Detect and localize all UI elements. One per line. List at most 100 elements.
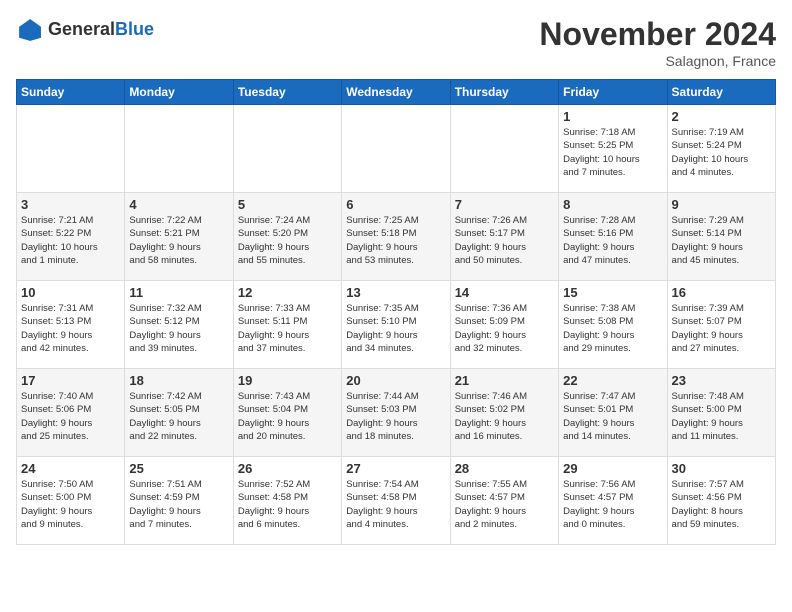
calendar-week-row: 1 Sunrise: 7:18 AM Sunset: 5:25 PM Daylig… bbox=[17, 105, 776, 193]
day-number: 11 bbox=[129, 285, 228, 300]
day-number: 5 bbox=[238, 197, 337, 212]
day-number: 27 bbox=[346, 461, 445, 476]
calendar-day-cell: 25Sunrise: 7:51 AM Sunset: 4:59 PM Dayli… bbox=[125, 457, 233, 545]
day-info: Sunrise: 7:22 AM Sunset: 5:21 PM Dayligh… bbox=[129, 214, 228, 267]
calendar-day-cell: 20Sunrise: 7:44 AM Sunset: 5:03 PM Dayli… bbox=[342, 369, 450, 457]
day-info: Sunrise: 7:57 AM Sunset: 4:56 PM Dayligh… bbox=[672, 478, 771, 531]
day-number: 21 bbox=[455, 373, 554, 388]
calendar-day-cell: 17 Sunrise: 7:40 AM Sunset: 5:06 PM Dayli… bbox=[17, 369, 125, 457]
day-number: 24 bbox=[21, 461, 120, 476]
calendar-day-cell: 12 Sunrise: 7:33 AM Sunset: 5:11 PM Dayli… bbox=[233, 281, 341, 369]
calendar-day-cell: 18 Sunrise: 7:42 AM Sunset: 5:05 PM Dayli… bbox=[125, 369, 233, 457]
day-number: 13 bbox=[346, 285, 445, 300]
calendar-day-cell: 22 Sunrise: 7:47 AM Sunset: 5:01 PM Dayli… bbox=[559, 369, 667, 457]
calendar-header: SundayMondayTuesdayWednesdayThursdayFrid… bbox=[17, 80, 776, 105]
month-title: November 2024 bbox=[539, 16, 776, 53]
weekday-header: Friday bbox=[559, 80, 667, 105]
day-info: Sunrise: 7:24 AM Sunset: 5:20 PM Dayligh… bbox=[238, 214, 337, 267]
day-number: 22 bbox=[563, 373, 662, 388]
day-number: 6 bbox=[346, 197, 445, 212]
calendar-day-cell: 4 Sunrise: 7:22 AM Sunset: 5:21 PM Daylig… bbox=[125, 193, 233, 281]
weekday-header: Sunday bbox=[17, 80, 125, 105]
day-info: Sunrise: 7:40 AM Sunset: 5:06 PM Dayligh… bbox=[21, 390, 120, 443]
day-number: 9 bbox=[672, 197, 771, 212]
logo-icon bbox=[16, 16, 44, 44]
day-number: 2 bbox=[672, 109, 771, 124]
calendar-day-cell: 27Sunrise: 7:54 AM Sunset: 4:58 PM Dayli… bbox=[342, 457, 450, 545]
day-number: 10 bbox=[21, 285, 120, 300]
weekday-header: Wednesday bbox=[342, 80, 450, 105]
day-info: Sunrise: 7:19 AM Sunset: 5:24 PM Dayligh… bbox=[672, 126, 771, 179]
calendar-day-cell: 9 Sunrise: 7:29 AM Sunset: 5:14 PM Daylig… bbox=[667, 193, 775, 281]
day-info: Sunrise: 7:18 AM Sunset: 5:25 PM Dayligh… bbox=[563, 126, 662, 179]
day-info: Sunrise: 7:43 AM Sunset: 5:04 PM Dayligh… bbox=[238, 390, 337, 443]
day-info: Sunrise: 7:48 AM Sunset: 5:00 PM Dayligh… bbox=[672, 390, 771, 443]
day-info: Sunrise: 7:35 AM Sunset: 5:10 PM Dayligh… bbox=[346, 302, 445, 355]
day-info: Sunrise: 7:42 AM Sunset: 5:05 PM Dayligh… bbox=[129, 390, 228, 443]
title-block: November 2024 Salagnon, France bbox=[539, 16, 776, 69]
calendar-day-cell: 2 Sunrise: 7:19 AM Sunset: 5:24 PM Daylig… bbox=[667, 105, 775, 193]
calendar-day-cell: 8 Sunrise: 7:28 AM Sunset: 5:16 PM Daylig… bbox=[559, 193, 667, 281]
calendar-day-cell: 23 Sunrise: 7:48 AM Sunset: 5:00 PM Dayli… bbox=[667, 369, 775, 457]
day-number: 12 bbox=[238, 285, 337, 300]
calendar-day-cell: 10Sunrise: 7:31 AM Sunset: 5:13 PM Dayli… bbox=[17, 281, 125, 369]
calendar-day-cell: 16Sunrise: 7:39 AM Sunset: 5:07 PM Dayli… bbox=[667, 281, 775, 369]
day-number: 16 bbox=[672, 285, 771, 300]
day-info: Sunrise: 7:36 AM Sunset: 5:09 PM Dayligh… bbox=[455, 302, 554, 355]
day-number: 8 bbox=[563, 197, 662, 212]
day-number: 17 bbox=[21, 373, 120, 388]
calendar-day-cell bbox=[17, 105, 125, 193]
logo-text: GeneralBlue bbox=[48, 20, 154, 40]
day-info: Sunrise: 7:25 AM Sunset: 5:18 PM Dayligh… bbox=[346, 214, 445, 267]
day-info: Sunrise: 7:47 AM Sunset: 5:01 PM Dayligh… bbox=[563, 390, 662, 443]
calendar-day-cell: 1 Sunrise: 7:18 AM Sunset: 5:25 PM Daylig… bbox=[559, 105, 667, 193]
location-subtitle: Salagnon, France bbox=[539, 53, 776, 69]
day-info: Sunrise: 7:32 AM Sunset: 5:12 PM Dayligh… bbox=[129, 302, 228, 355]
calendar-day-cell: 29 Sunrise: 7:56 AM Sunset: 4:57 PM Dayli… bbox=[559, 457, 667, 545]
day-number: 23 bbox=[672, 373, 771, 388]
calendar-day-cell: 19 Sunrise: 7:43 AM Sunset: 5:04 PM Dayli… bbox=[233, 369, 341, 457]
calendar-day-cell: 30 Sunrise: 7:57 AM Sunset: 4:56 PM Dayli… bbox=[667, 457, 775, 545]
calendar-week-row: 3 Sunrise: 7:21 AM Sunset: 5:22 PM Daylig… bbox=[17, 193, 776, 281]
day-info: Sunrise: 7:33 AM Sunset: 5:11 PM Dayligh… bbox=[238, 302, 337, 355]
page-header: GeneralBlue November 2024 Salagnon, Fran… bbox=[16, 16, 776, 69]
day-number: 7 bbox=[455, 197, 554, 212]
day-number: 30 bbox=[672, 461, 771, 476]
weekday-header: Thursday bbox=[450, 80, 558, 105]
calendar-day-cell: 11 Sunrise: 7:32 AM Sunset: 5:12 PM Dayli… bbox=[125, 281, 233, 369]
day-info: Sunrise: 7:46 AM Sunset: 5:02 PM Dayligh… bbox=[455, 390, 554, 443]
weekday-header: Tuesday bbox=[233, 80, 341, 105]
calendar-day-cell: 24 Sunrise: 7:50 AM Sunset: 5:00 PM Dayli… bbox=[17, 457, 125, 545]
day-number: 19 bbox=[238, 373, 337, 388]
day-number: 1 bbox=[563, 109, 662, 124]
day-info: Sunrise: 7:38 AM Sunset: 5:08 PM Dayligh… bbox=[563, 302, 662, 355]
calendar-day-cell: 13 Sunrise: 7:35 AM Sunset: 5:10 PM Dayli… bbox=[342, 281, 450, 369]
calendar-day-cell: 6 Sunrise: 7:25 AM Sunset: 5:18 PM Daylig… bbox=[342, 193, 450, 281]
day-number: 28 bbox=[455, 461, 554, 476]
calendar-week-row: 17 Sunrise: 7:40 AM Sunset: 5:06 PM Dayli… bbox=[17, 369, 776, 457]
day-number: 3 bbox=[21, 197, 120, 212]
day-info: Sunrise: 7:28 AM Sunset: 5:16 PM Dayligh… bbox=[563, 214, 662, 267]
day-info: Sunrise: 7:52 AM Sunset: 4:58 PM Dayligh… bbox=[238, 478, 337, 531]
day-number: 18 bbox=[129, 373, 228, 388]
calendar-day-cell bbox=[342, 105, 450, 193]
day-info: Sunrise: 7:21 AM Sunset: 5:22 PM Dayligh… bbox=[21, 214, 120, 267]
day-number: 25 bbox=[129, 461, 228, 476]
calendar-day-cell: 21 Sunrise: 7:46 AM Sunset: 5:02 PM Dayli… bbox=[450, 369, 558, 457]
day-info: Sunrise: 7:56 AM Sunset: 4:57 PM Dayligh… bbox=[563, 478, 662, 531]
day-info: Sunrise: 7:29 AM Sunset: 5:14 PM Dayligh… bbox=[672, 214, 771, 267]
day-number: 29 bbox=[563, 461, 662, 476]
weekday-header: Saturday bbox=[667, 80, 775, 105]
logo: GeneralBlue bbox=[16, 16, 154, 44]
weekday-header: Monday bbox=[125, 80, 233, 105]
calendar-day-cell bbox=[233, 105, 341, 193]
calendar-day-cell: 14Sunrise: 7:36 AM Sunset: 5:09 PM Dayli… bbox=[450, 281, 558, 369]
day-number: 4 bbox=[129, 197, 228, 212]
calendar-day-cell: 15Sunrise: 7:38 AM Sunset: 5:08 PM Dayli… bbox=[559, 281, 667, 369]
day-info: Sunrise: 7:50 AM Sunset: 5:00 PM Dayligh… bbox=[21, 478, 120, 531]
calendar-table: SundayMondayTuesdayWednesdayThursdayFrid… bbox=[16, 79, 776, 545]
calendar-day-cell: 5 Sunrise: 7:24 AM Sunset: 5:20 PM Daylig… bbox=[233, 193, 341, 281]
calendar-day-cell bbox=[125, 105, 233, 193]
calendar-day-cell: 3 Sunrise: 7:21 AM Sunset: 5:22 PM Daylig… bbox=[17, 193, 125, 281]
day-number: 20 bbox=[346, 373, 445, 388]
